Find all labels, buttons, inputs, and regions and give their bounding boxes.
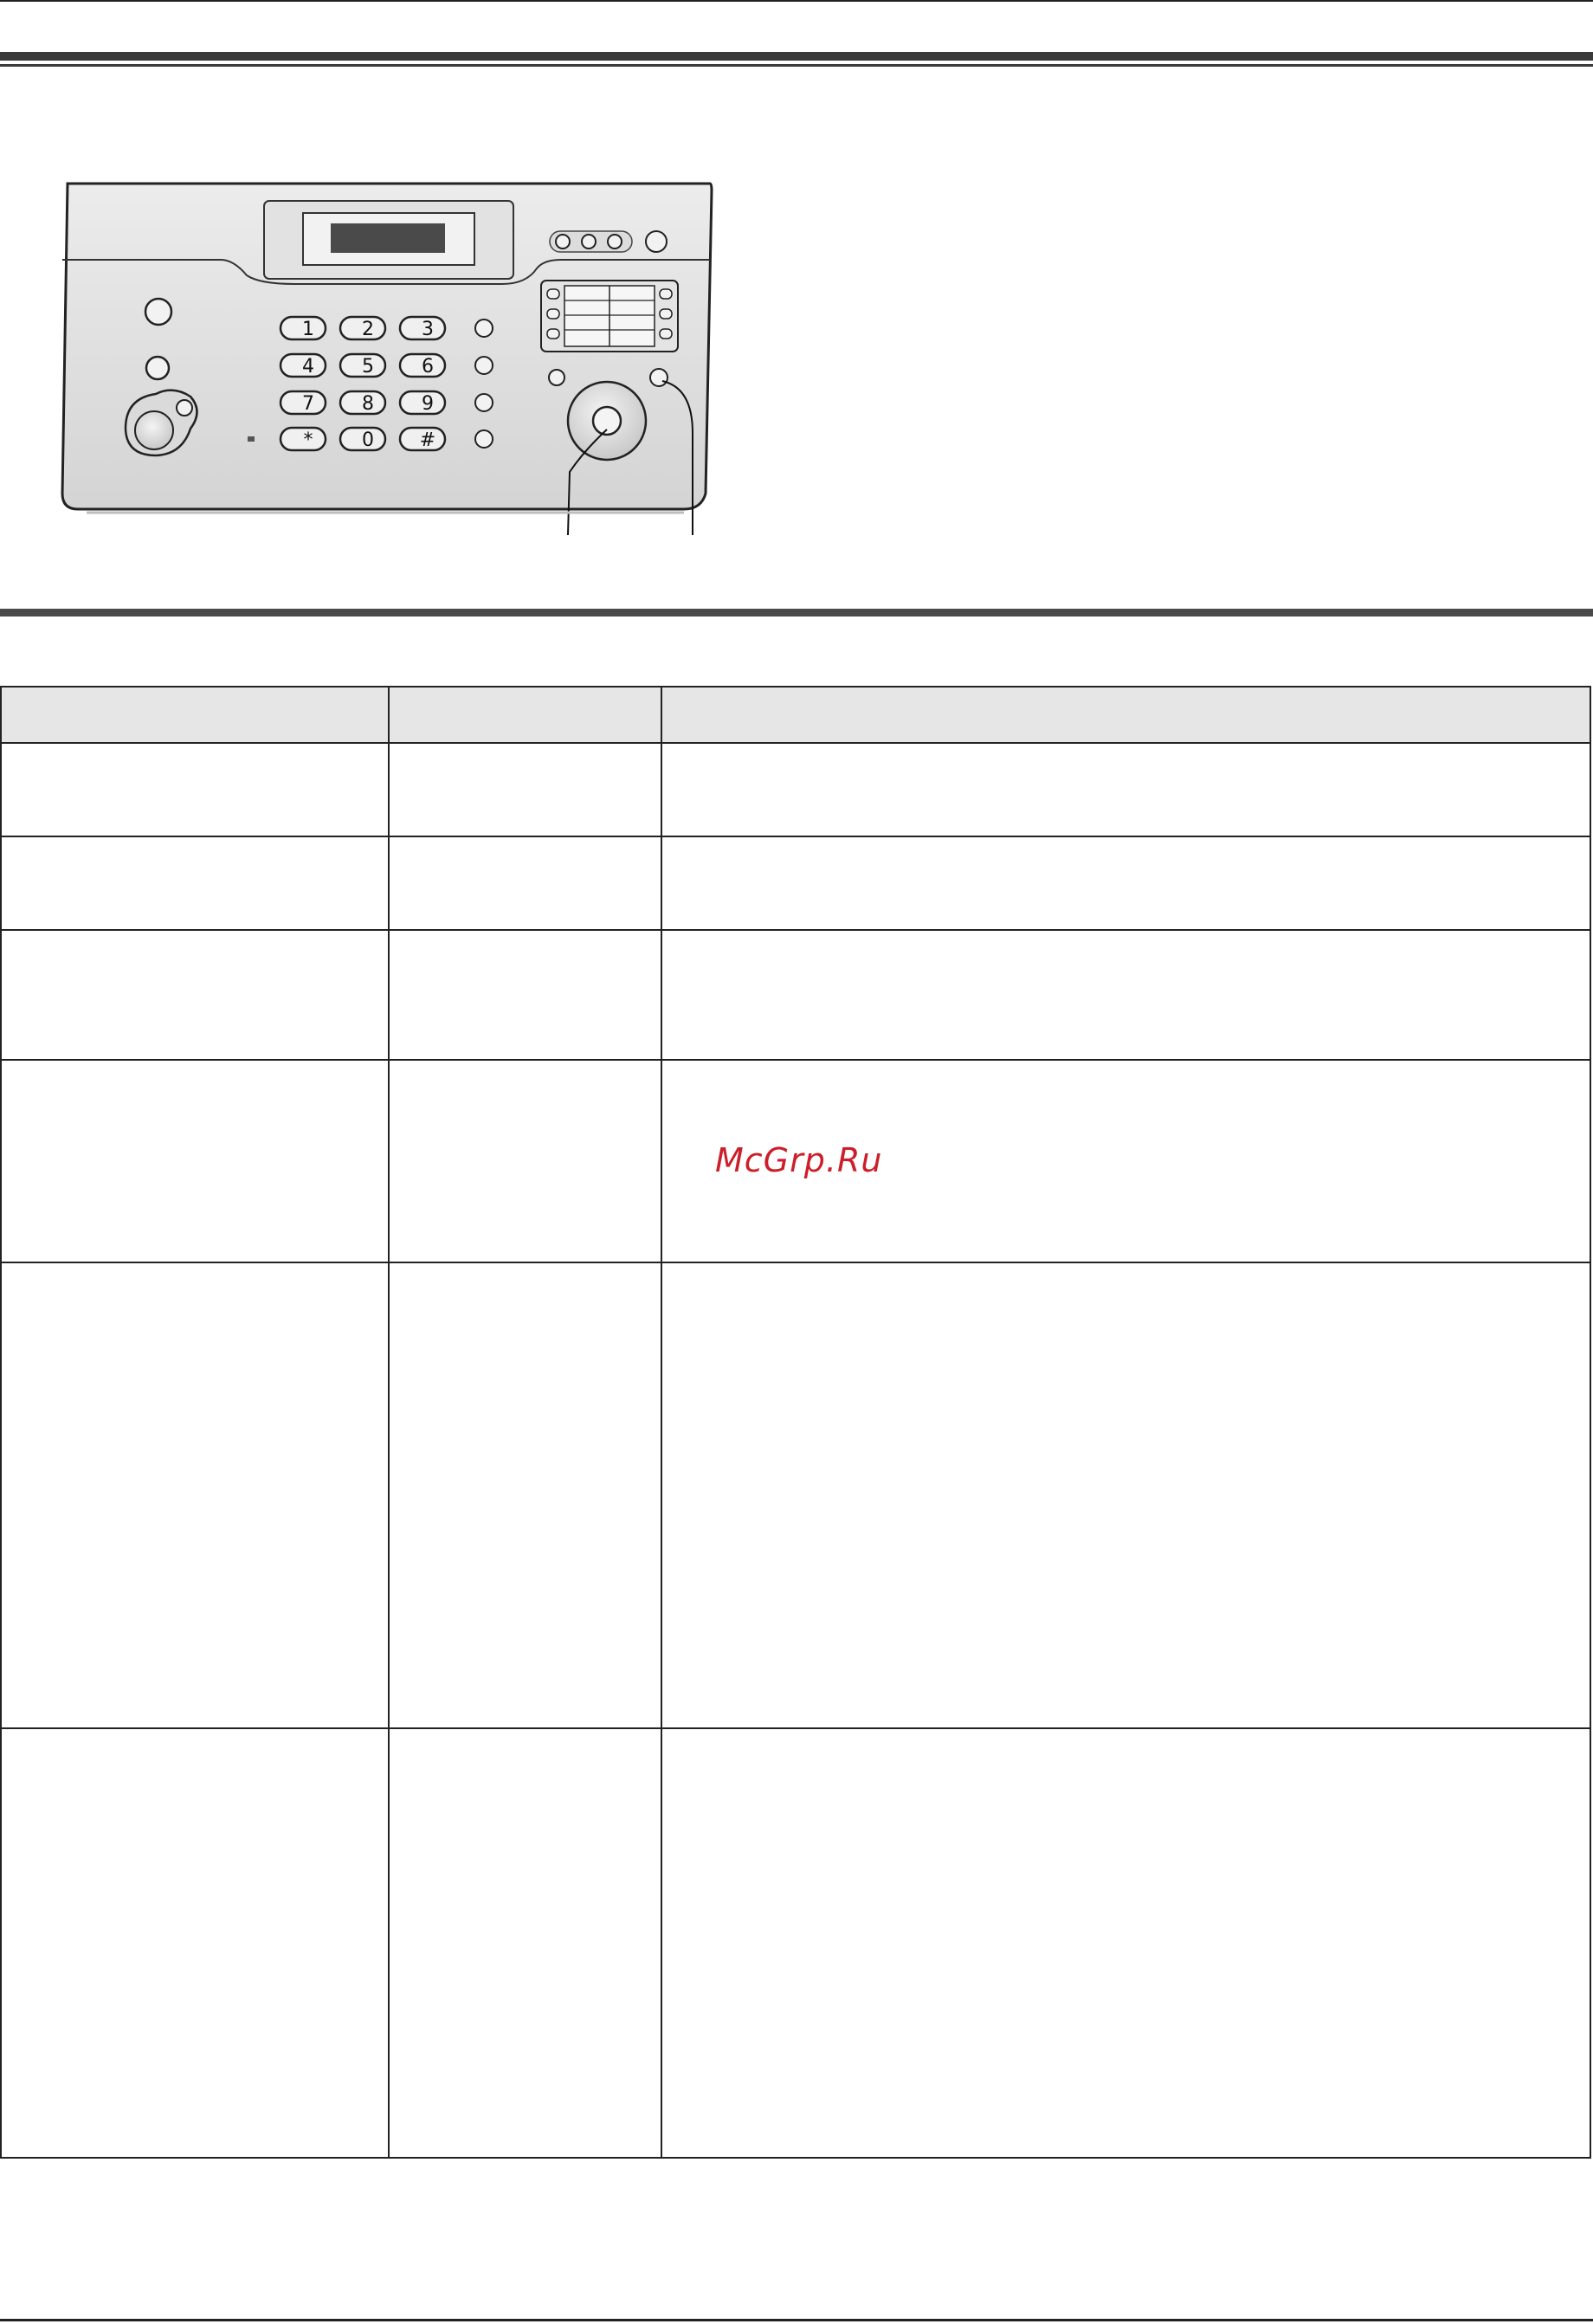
table-cell [388,1727,662,2159]
top-button-4 [645,230,668,253]
table-cell [661,929,1591,1061]
function-button-2 [474,356,493,375]
function-button-3 [474,393,493,412]
keypad-key-label: 0 [362,429,374,451]
keypad-key-label: 5 [362,356,374,378]
watermark-text: McGrp.Ru [715,1141,883,1179]
top-rule [0,0,1593,2]
table-cell [388,929,662,1061]
keypad-key-label: 2 [362,319,374,340]
keypad-key-label: 9 [422,393,434,415]
table-cell [661,1727,1591,2159]
fax-machine-illustration: 1 2 3 4 5 6 7 8 9 * 0 # [61,182,713,536]
table-cell [661,1262,1591,1729]
keypad-key: 3 [398,315,447,341]
table-cell [0,1059,390,1263]
settings-table [0,686,1591,2159]
table-row [0,929,1591,1061]
keypad-key-label: 3 [422,319,434,340]
table-row [0,836,1591,931]
keypad-key-label: 1 [302,319,314,340]
top-button-3 [607,234,622,249]
keypad-key: 5 [339,352,387,378]
keypad-key: 6 [398,352,447,378]
keypad-key: # [398,426,447,452]
top-button-2 [581,234,597,249]
function-button-4 [474,429,493,449]
keypad-key: 9 [398,390,447,416]
keypad-key: 1 [279,315,327,341]
function-button-1 [474,319,493,338]
table-cell [0,1727,390,2159]
table-row [0,742,1591,837]
lcd-screen [331,223,445,253]
table-header-row [0,686,1591,744]
header-cell-description [661,686,1591,744]
keypad-key-label: 4 [302,356,314,378]
keypad-key: 8 [339,390,387,416]
header-bar-secondary [0,64,1593,67]
keypad-key: * [279,426,327,452]
keypad-key: 0 [339,426,387,452]
keypad-key: 4 [279,352,327,378]
keypad-key-label: 6 [422,356,434,378]
table-cell [388,1262,662,1729]
keypad-key-label: 8 [362,393,374,415]
table-cell [0,742,390,837]
table-cell [0,1262,390,1729]
table-cell [661,742,1591,837]
top-button-1 [555,234,571,249]
nav-side-button-left [548,369,565,386]
header-cell-code [388,686,662,744]
table-cell [388,836,662,931]
table-cell [0,929,390,1061]
table-cell [388,742,662,837]
keypad-key-label: 7 [302,393,314,415]
keypad-key: 2 [339,315,387,341]
keypad-key-label: * [304,429,313,451]
bottom-rule [0,2319,1593,2321]
table-cell [388,1059,662,1263]
nav-side-button-right [649,368,668,387]
section-divider [0,609,1593,617]
keypad-key: 7 [279,390,327,416]
header-cell-feature [0,686,390,744]
keypad-key-label: # [420,429,435,451]
table-cell [661,836,1591,931]
header-bar [0,52,1593,61]
left-button-2 [145,355,171,381]
table-cell [0,836,390,931]
left-button-1 [144,297,173,326]
table-row [0,1262,1591,1729]
table-row [0,1727,1591,2159]
